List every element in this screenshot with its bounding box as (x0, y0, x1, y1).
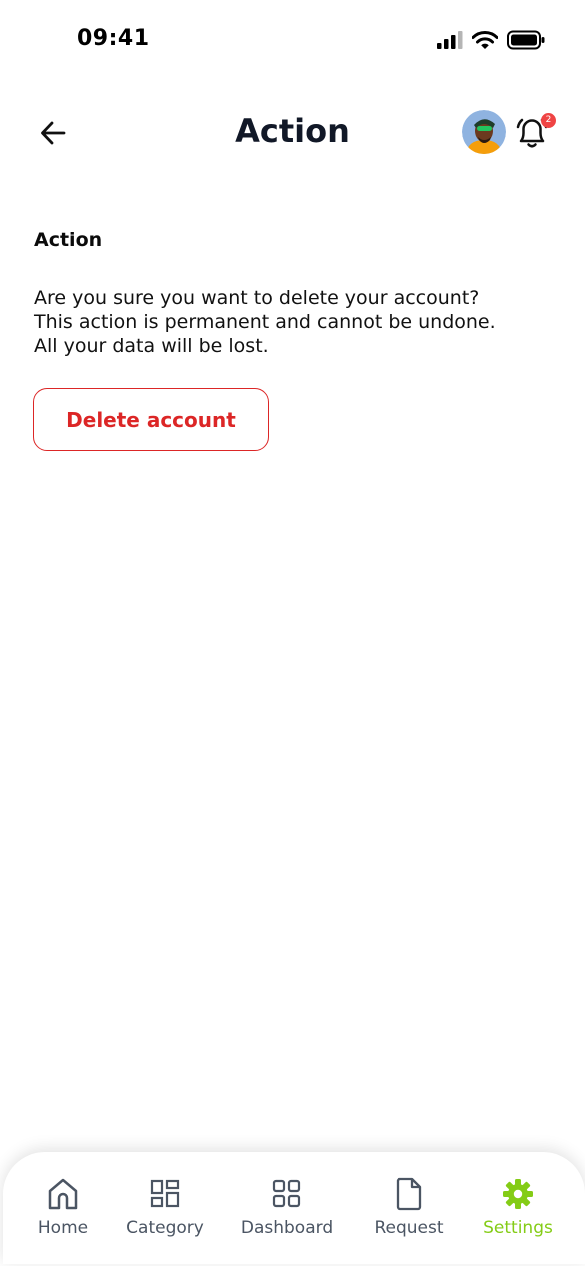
nav-label-settings: Settings (483, 1218, 553, 1238)
avatar[interactable] (462, 110, 506, 154)
nav-item-request[interactable]: Request (369, 1176, 449, 1246)
app-header: Action 2 (0, 100, 585, 164)
bottom-nav: Home Category Dashboard Request Settings (3, 1152, 585, 1264)
nav-item-settings[interactable]: Settings (477, 1176, 559, 1246)
message-line: This action is permanent and cannot be u… (34, 311, 496, 333)
status-time: 09:41 (77, 26, 150, 51)
nav-item-category[interactable]: Category (123, 1176, 207, 1246)
notification-button[interactable]: 2 (510, 110, 556, 154)
delete-warning-message: Are you sure you want to delete your acc… (34, 286, 564, 358)
home-icon (48, 1178, 78, 1210)
nav-label-home: Home (37, 1218, 89, 1238)
notification-badge: 2 (541, 113, 556, 128)
category-icon (150, 1179, 180, 1208)
arrow-left-icon (41, 121, 66, 145)
nav-item-home[interactable]: Home (35, 1176, 91, 1246)
section-title: Action (34, 229, 103, 251)
battery-icon (507, 30, 545, 50)
nav-label-dashboard: Dashboard (240, 1218, 334, 1238)
message-line: Are you sure you want to delete your acc… (34, 287, 480, 309)
delete-account-button[interactable]: Delete account (33, 388, 269, 451)
nav-label-request: Request (374, 1218, 444, 1238)
gear-icon (503, 1179, 533, 1209)
nav-label-category: Category (126, 1218, 204, 1238)
user-avatar-icon (462, 110, 506, 154)
wifi-icon (472, 30, 498, 49)
status-bar: 09:41 (0, 0, 585, 80)
back-button[interactable] (34, 114, 72, 152)
cellular-signal-icon (437, 31, 463, 49)
message-line: All your data will be lost. (34, 335, 269, 357)
nav-item-dashboard[interactable]: Dashboard (237, 1176, 337, 1246)
status-icons (437, 28, 545, 52)
document-icon (396, 1177, 422, 1211)
dashboard-icon (272, 1179, 301, 1208)
